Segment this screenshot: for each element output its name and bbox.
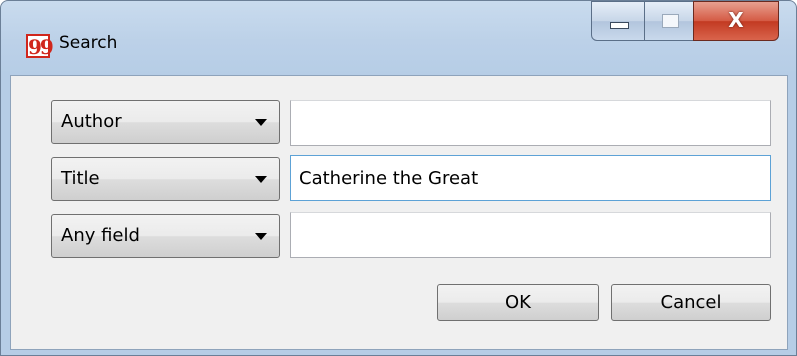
minimize-icon — [610, 22, 629, 29]
cancel-button[interactable]: Cancel — [611, 284, 771, 321]
close-button[interactable]: X — [693, 1, 779, 41]
field-selector-label: Any field — [61, 225, 140, 246]
close-icon: X — [728, 8, 744, 32]
field-selector-author[interactable]: Author — [51, 100, 280, 144]
quote-icon: 99 — [26, 34, 54, 59]
chevron-down-icon — [255, 119, 267, 126]
field-selector-any-field[interactable]: Any field — [51, 214, 280, 258]
field-selector-label: Title — [61, 168, 100, 189]
title-bar[interactable]: 99 Search X — [1, 1, 796, 75]
title-search-input[interactable] — [290, 155, 771, 201]
field-selector-title[interactable]: Title — [51, 157, 280, 201]
maximize-button — [644, 1, 694, 41]
field-selector-label: Author — [61, 111, 122, 132]
maximize-icon — [662, 14, 679, 28]
window-title: Search — [59, 33, 118, 53]
minimize-button[interactable] — [591, 1, 645, 41]
any-field-search-input[interactable] — [290, 212, 771, 258]
author-search-input[interactable] — [290, 100, 771, 146]
search-dialog-window: 99 Search X Author Title Any field OK Ca… — [0, 0, 797, 356]
chevron-down-icon — [255, 233, 267, 240]
dialog-content: Author Title Any field OK Cancel — [10, 75, 788, 350]
ok-button[interactable]: OK — [437, 284, 599, 321]
chevron-down-icon — [255, 176, 267, 183]
